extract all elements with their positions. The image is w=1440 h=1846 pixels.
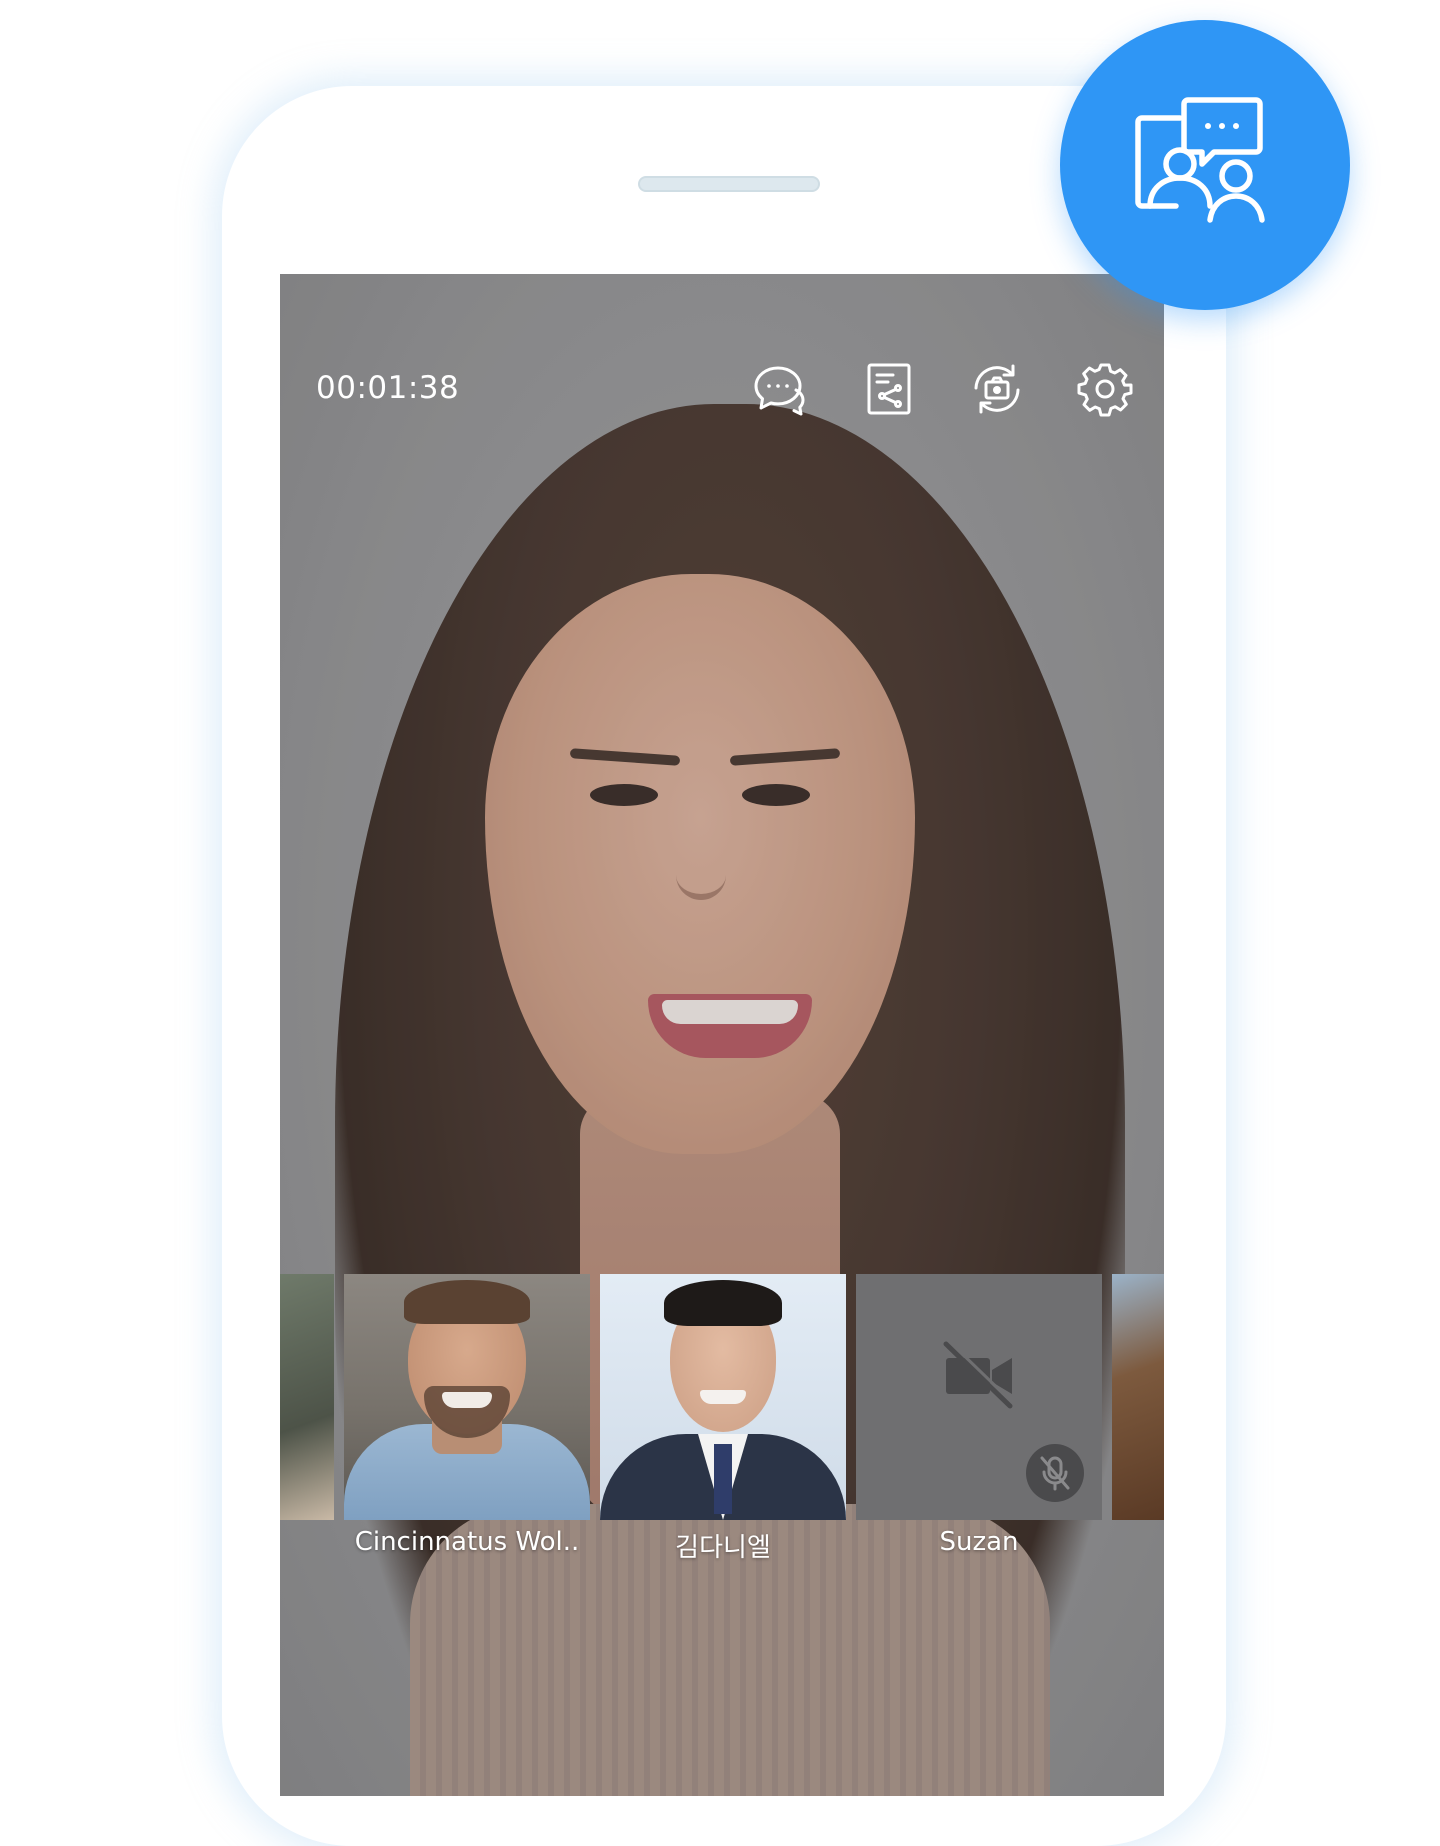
participant-thumbnail-partial-right[interactable]	[1112, 1274, 1164, 1520]
thumbnail-tie	[714, 1444, 732, 1514]
participant-thumbnail-suzan[interactable]	[856, 1274, 1102, 1520]
participant-thumbnail-cincinnatus[interactable]	[344, 1274, 590, 1520]
participant-thumbnail-daniel[interactable]	[600, 1274, 846, 1520]
participant-name: 김다니엘	[675, 1533, 771, 1563]
thumbnail-smile	[700, 1390, 746, 1404]
call-timer: 00:01:38	[316, 370, 460, 406]
group-chat-icon	[1135, 97, 1265, 223]
thumbnail-hair	[404, 1280, 530, 1324]
switch-camera-icon[interactable]	[968, 360, 1026, 418]
participant-name: Suzan	[939, 1527, 1019, 1557]
thumbnail-hair	[664, 1280, 782, 1326]
settings-gear-icon[interactable]	[1076, 360, 1134, 418]
participant-thumbnails[interactable]	[280, 1274, 1164, 1524]
chat-icon[interactable]	[750, 360, 808, 418]
mic-muted-icon	[1026, 1444, 1084, 1502]
video-off-icon	[943, 1340, 1015, 1409]
group-chat-badge[interactable]	[1060, 20, 1350, 310]
phone-speaker	[638, 176, 820, 192]
participant-name: Cincinnatus Wol..	[354, 1527, 580, 1557]
main-video-overlay	[280, 274, 1164, 1796]
thumbnail-smile	[442, 1392, 492, 1408]
share-document-icon[interactable]	[860, 360, 918, 418]
participant-thumbnail-partial-left[interactable]	[280, 1274, 334, 1520]
video-call-screen: 00:01:38 Cincinnatus Wol.. 김다니엘 Suzan	[280, 274, 1164, 1796]
